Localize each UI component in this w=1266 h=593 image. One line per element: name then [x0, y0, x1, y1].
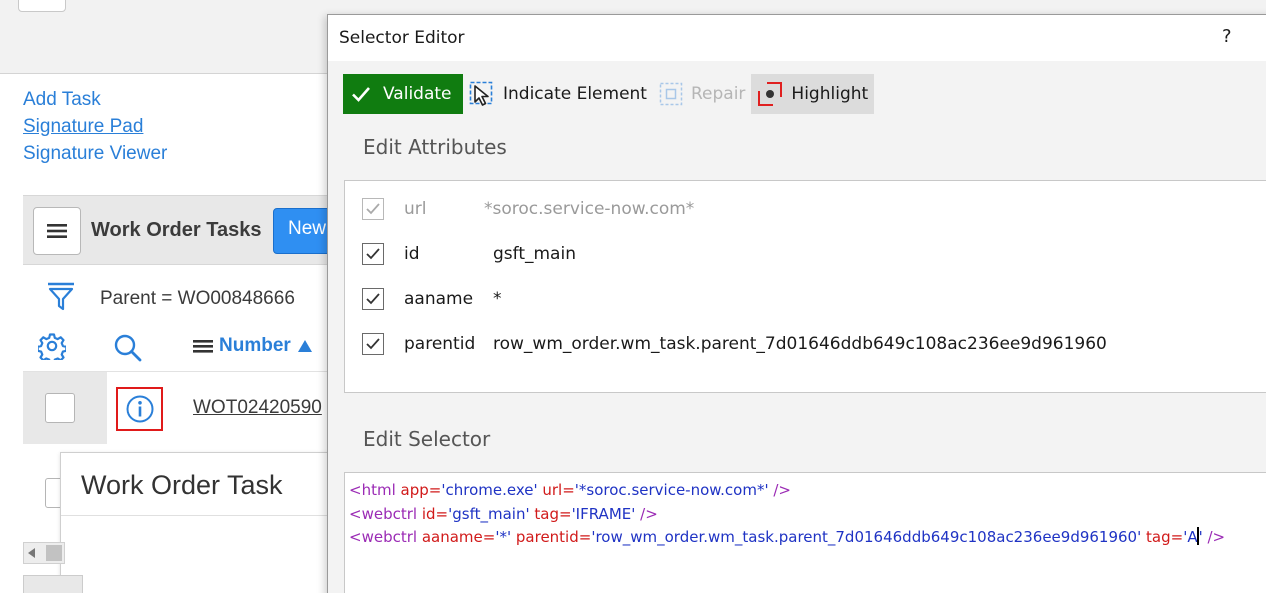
header-control[interactable] [18, 0, 66, 12]
selector-tag-end: /> [1207, 528, 1226, 546]
filter-breadcrumb[interactable]: Parent = WO00848666 [100, 288, 295, 310]
column-number-label: Number [219, 335, 291, 356]
divider [61, 515, 339, 516]
attribute-checkbox[interactable] [362, 333, 384, 355]
selector-attr-name: tag [1146, 528, 1171, 546]
attribute-row-parentid: parentid row_wm_order.wm_task.parent_7d0… [345, 326, 1266, 366]
indicate-element-label: Indicate Element [503, 84, 647, 104]
selector-editor-dialog: Selector Editor ? Validate Indicate Elem… [327, 14, 1266, 593]
selector-tag-end: /> [640, 504, 658, 523]
column-header-number[interactable]: Number [193, 335, 313, 357]
attribute-row-url: url *soroc.service-now.com* [345, 191, 1266, 231]
attribute-row-aaname: aaname * [345, 281, 1266, 321]
selector-tag: <webctrl [349, 504, 418, 523]
selector-attr-name: app [400, 481, 429, 499]
signature-pad-link[interactable]: Signature Pad [23, 113, 167, 140]
highlight-label: Highlight [791, 84, 869, 104]
selector-attr-value: 'A [1183, 528, 1198, 546]
hamburger-icon [47, 224, 67, 238]
selector-text-editor[interactable]: <html app='chrome.exe' url='*soroc.servi… [344, 472, 1266, 593]
check-icon [366, 203, 380, 215]
selector-attr-name: aaname [421, 528, 483, 546]
help-button[interactable]: ? [1222, 26, 1232, 47]
highlight-button[interactable]: Highlight [751, 74, 875, 114]
scroll-left-icon[interactable] [28, 548, 36, 558]
column-menu-icon[interactable] [193, 338, 213, 354]
record-number-link[interactable]: WOT02420590 [193, 397, 322, 419]
horizontal-scrollbar[interactable] [23, 542, 65, 564]
attribute-name: url [404, 199, 427, 219]
list-menu-button[interactable] [33, 207, 81, 255]
attribute-name: id [404, 244, 420, 264]
check-icon [366, 338, 380, 350]
validate-button[interactable]: Validate [343, 74, 463, 114]
row-checkbox[interactable] [45, 393, 75, 423]
list-header: Work Order Tasks New [23, 195, 343, 265]
highlight-icon [758, 82, 783, 106]
info-icon [126, 395, 153, 423]
edit-attributes-heading: Edit Attributes [363, 135, 507, 159]
selector-attr-value: '*' [495, 528, 512, 546]
attribute-name: parentid [404, 334, 476, 354]
dialog-titlebar: Selector Editor ? [328, 15, 1266, 61]
selector-attr-value: 'chrome.exe' [441, 481, 538, 499]
popover-title: Work Order Task [81, 470, 283, 500]
selector-attr-name: tag [534, 504, 559, 523]
gear-icon[interactable] [38, 332, 66, 360]
dialog-title: Selector Editor [339, 28, 465, 48]
scroll-thumb[interactable] [46, 545, 62, 561]
add-task-link[interactable]: Add Task [23, 86, 167, 113]
attribute-value: *soroc.service-now.com* [484, 199, 695, 219]
check-icon [366, 248, 380, 260]
related-links: Add Task Signature Pad Signature Viewer [23, 86, 167, 167]
attribute-value[interactable]: * [493, 289, 502, 309]
selector-line: <html app='chrome.exe' url='*soroc.servi… [349, 481, 791, 499]
selector-attr-name: id [421, 504, 436, 523]
selector-attr-name: parentid [515, 528, 579, 546]
attribute-checkbox[interactable] [362, 288, 384, 310]
edit-selector-heading: Edit Selector [363, 427, 491, 451]
attribute-checkbox[interactable] [362, 243, 384, 265]
selector-tag-end: /> [773, 481, 791, 499]
attribute-name: aaname [404, 289, 474, 309]
attribute-value[interactable]: gsft_main [493, 244, 576, 264]
preview-record-button[interactable] [116, 387, 163, 431]
selector-toolbar: Validate Indicate Element Repair Highlig… [343, 74, 875, 114]
search-icon[interactable] [113, 333, 143, 363]
selector-tag: <html [349, 481, 396, 499]
repair-button[interactable]: Repair [653, 74, 751, 114]
indicate-element-button[interactable]: Indicate Element [463, 74, 653, 114]
selector-attr-value: 'gsft_main' [448, 504, 530, 523]
selector-attr-value-end: ' [1198, 528, 1203, 546]
signature-viewer-link[interactable]: Signature Viewer [23, 140, 167, 167]
repair-label: Repair [690, 84, 746, 104]
selector-tag: <webctrl [349, 528, 418, 546]
attributes-list: url *soroc.service-now.com* id gsft_main… [344, 180, 1266, 393]
selector-line: <webctrl aaname='*' parentid='row_wm_ord… [349, 527, 1226, 546]
row-select-cell [23, 372, 107, 444]
list-title: Work Order Tasks [91, 219, 262, 241]
repair-icon [659, 82, 683, 106]
check-icon [366, 293, 380, 305]
filter-icon[interactable] [45, 280, 77, 312]
selector-attr-value: 'row_wm_order.wm_task.parent_7d01646ddb6… [591, 528, 1142, 546]
record-preview-popover: Work Order Task [60, 452, 340, 593]
selector-line: <webctrl id='gsft_main' tag='IFRAME' /> [349, 504, 658, 523]
validate-label: Validate [383, 84, 452, 104]
table-row: WOT02420590 [23, 371, 333, 444]
selector-attr-value: '*soroc.service-now.com*' [574, 481, 769, 499]
attribute-row-id: id gsft_main [345, 236, 1266, 276]
list-footer-control [23, 575, 83, 593]
selector-attr-name: url [542, 481, 563, 499]
cursor-arrow-icon [469, 81, 493, 106]
attribute-checkbox [362, 198, 384, 220]
sort-up-icon [297, 340, 312, 352]
check-icon [352, 87, 370, 102]
attribute-value[interactable]: row_wm_order.wm_task.parent_7d01646ddb64… [493, 334, 1107, 354]
selector-attr-value: 'IFRAME' [571, 504, 636, 523]
